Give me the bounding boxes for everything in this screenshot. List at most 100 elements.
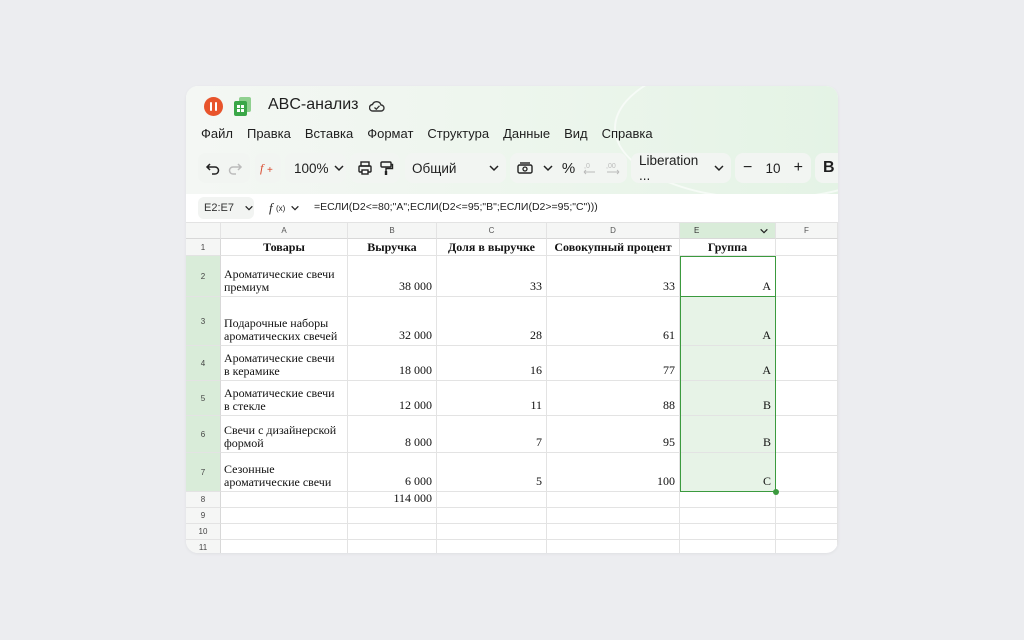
row-header-5[interactable]: 5 xyxy=(186,381,221,416)
cell-c6[interactable]: 7 xyxy=(437,416,547,453)
cell-b6[interactable]: 8 000 xyxy=(348,416,437,453)
cell-f10[interactable] xyxy=(776,524,838,540)
chevron-down-icon[interactable] xyxy=(542,162,554,174)
cell-f3[interactable] xyxy=(776,297,838,346)
bold-button[interactable]: B xyxy=(823,159,835,177)
cell-a2[interactable]: Ароматические свечи премиум xyxy=(221,256,348,297)
column-header-e[interactable]: E xyxy=(680,222,776,239)
cell-c9[interactable] xyxy=(437,508,547,524)
column-header-a[interactable]: A xyxy=(221,222,348,239)
cell-d11[interactable] xyxy=(547,540,680,553)
cell-a11[interactable] xyxy=(221,540,348,553)
cell-b10[interactable] xyxy=(348,524,437,540)
number-format-select[interactable]: Общий xyxy=(405,153,506,183)
cell-e5[interactable]: B xyxy=(680,381,776,416)
zoom-select[interactable]: 100% xyxy=(285,153,346,183)
insert-function-icon[interactable]: f + xyxy=(259,153,277,183)
column-header-d[interactable]: D xyxy=(547,222,680,239)
cell-d6[interactable]: 95 xyxy=(547,416,680,453)
cell-a1[interactable]: Товары xyxy=(221,239,348,256)
print-icon[interactable] xyxy=(357,153,373,183)
cell-a8[interactable] xyxy=(221,492,348,508)
cell-e11[interactable] xyxy=(680,540,776,553)
cell-f11[interactable] xyxy=(776,540,838,553)
cell-c10[interactable] xyxy=(437,524,547,540)
cell-b7[interactable]: 6 000 xyxy=(348,453,437,492)
font-size-decrease-button[interactable]: − xyxy=(743,159,752,177)
function-menu[interactable]: f (x) xyxy=(268,197,302,219)
cell-f4[interactable] xyxy=(776,346,838,381)
cell-e8[interactable] xyxy=(680,492,776,508)
cell-f9[interactable] xyxy=(776,508,838,524)
cell-c7[interactable]: 5 xyxy=(437,453,547,492)
cell-e1[interactable]: Группа xyxy=(680,239,776,256)
cell-d1[interactable]: Совокупный процент xyxy=(547,239,680,256)
cell-d3[interactable]: 61 xyxy=(547,297,680,346)
name-box[interactable]: E2:E7 xyxy=(198,197,254,219)
row-header-3[interactable]: 3 xyxy=(186,297,221,346)
cell-f6[interactable] xyxy=(776,416,838,453)
row-header-10[interactable]: 10 xyxy=(186,524,221,540)
font-family-select[interactable]: Liberation ... xyxy=(631,153,731,183)
cell-e6[interactable]: B xyxy=(680,416,776,453)
row-header-2[interactable]: 2 xyxy=(186,256,221,297)
cell-a9[interactable] xyxy=(221,508,348,524)
column-header-f[interactable]: F xyxy=(776,222,838,239)
column-header-c[interactable]: C xyxy=(437,222,547,239)
cell-b2[interactable]: 38 000 xyxy=(348,256,437,297)
cell-e9[interactable] xyxy=(680,508,776,524)
cell-c2[interactable]: 33 xyxy=(437,256,547,297)
menu-view[interactable]: Вид xyxy=(559,126,593,148)
cell-f2[interactable] xyxy=(776,256,838,297)
redo-icon[interactable] xyxy=(227,153,243,183)
row-header-6[interactable]: 6 xyxy=(186,416,221,453)
cell-e10[interactable] xyxy=(680,524,776,540)
menu-file[interactable]: Файл xyxy=(196,126,238,148)
document-title[interactable]: ABC-анализ xyxy=(268,96,358,114)
cell-c4[interactable]: 16 xyxy=(437,346,547,381)
menu-help[interactable]: Справка xyxy=(597,126,658,148)
menu-format[interactable]: Формат xyxy=(362,126,418,148)
font-size-value[interactable]: 10 xyxy=(765,161,780,176)
cell-d8[interactable] xyxy=(547,492,680,508)
cell-b4[interactable]: 18 000 xyxy=(348,346,437,381)
cell-b11[interactable] xyxy=(348,540,437,553)
row-header-9[interactable]: 9 xyxy=(186,508,221,524)
cell-d5[interactable]: 88 xyxy=(547,381,680,416)
paint-format-icon[interactable] xyxy=(378,153,394,183)
row-header-8[interactable]: 8 xyxy=(186,492,221,508)
cell-e2[interactable]: A xyxy=(680,256,776,297)
cell-d7[interactable]: 100 xyxy=(547,453,680,492)
cell-a3[interactable]: Подарочные наборы ароматических свечей xyxy=(221,297,348,346)
menu-data[interactable]: Данные xyxy=(498,126,555,148)
row-header-4[interactable]: 4 xyxy=(186,346,221,381)
cell-f7[interactable] xyxy=(776,453,838,492)
formula-input[interactable]: =ЕСЛИ(D2<=80;"A";ЕСЛИ(D2<=95;"B";ЕСЛИ(D2… xyxy=(314,201,598,213)
fill-handle[interactable] xyxy=(773,489,779,495)
app-logo-icon[interactable] xyxy=(204,97,223,116)
cell-a10[interactable] xyxy=(221,524,348,540)
cell-a7[interactable]: Сезонные ароматические свечи xyxy=(221,453,348,492)
cell-b5[interactable]: 12 000 xyxy=(348,381,437,416)
cell-d4[interactable]: 77 xyxy=(547,346,680,381)
chevron-down-icon[interactable] xyxy=(759,226,769,236)
cell-b3[interactable]: 32 000 xyxy=(348,297,437,346)
cell-b8[interactable]: 114 000 xyxy=(348,491,437,508)
cell-b9[interactable] xyxy=(348,508,437,524)
cell-f8[interactable] xyxy=(776,492,838,508)
cell-e7[interactable]: C xyxy=(680,453,776,492)
row-header-7[interactable]: 7 xyxy=(186,453,221,492)
cell-c1[interactable]: Доля в выручке xyxy=(437,239,547,256)
cloud-sync-icon[interactable] xyxy=(369,99,385,113)
cell-d2[interactable]: 33 xyxy=(547,256,680,297)
cell-c8[interactable] xyxy=(437,492,547,508)
cell-e3[interactable]: A xyxy=(680,297,776,346)
cell-c11[interactable] xyxy=(437,540,547,553)
increase-decimal-icon[interactable]: ,00 xyxy=(605,153,621,183)
cell-d10[interactable] xyxy=(547,524,680,540)
cell-a6[interactable]: Свечи с дизайнерской формой xyxy=(221,416,348,453)
select-all-corner[interactable] xyxy=(186,222,221,239)
row-header-1[interactable]: 1 xyxy=(186,239,221,256)
cell-b1[interactable]: Выручка xyxy=(348,239,437,256)
font-size-increase-button[interactable]: + xyxy=(794,159,803,177)
